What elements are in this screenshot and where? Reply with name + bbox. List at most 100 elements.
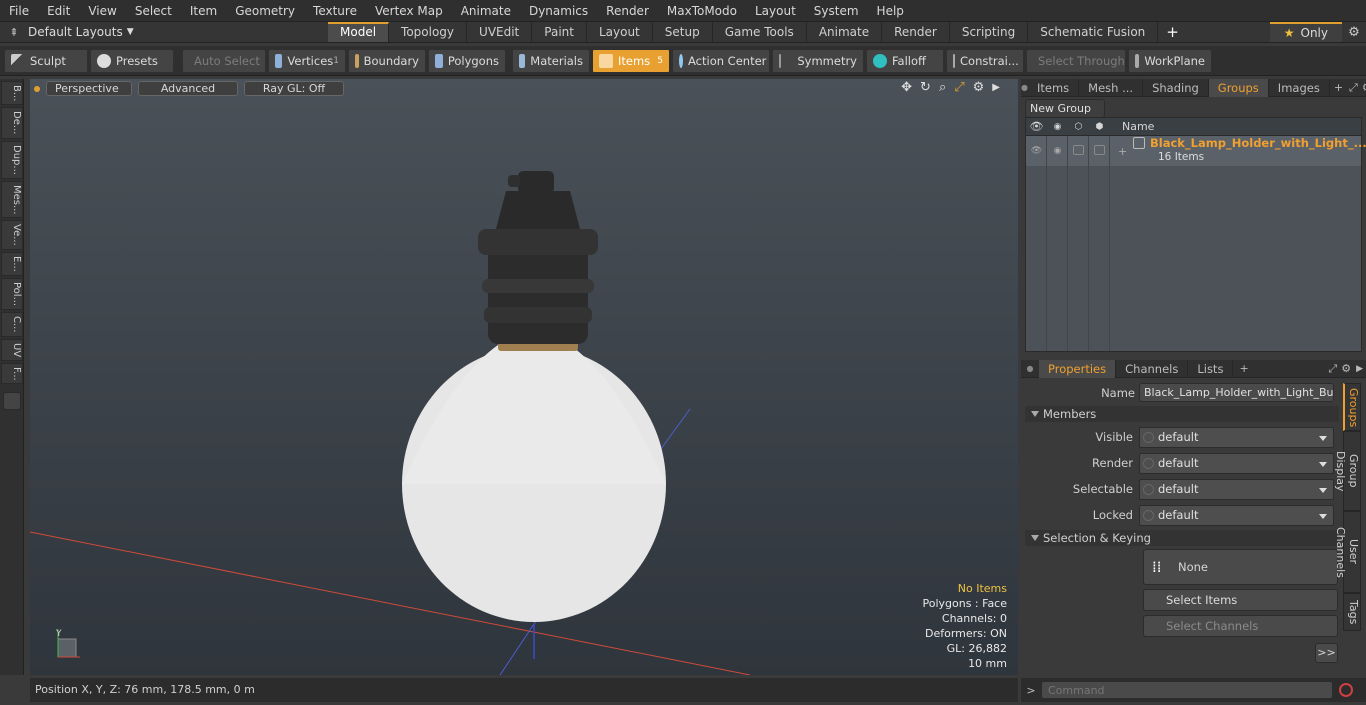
row-render-icon[interactable]: ◉: [1047, 146, 1068, 156]
sculpt-button[interactable]: Sculpt: [4, 48, 88, 73]
tab-channels[interactable]: Channels: [1116, 359, 1189, 378]
menu-texture[interactable]: Texture: [304, 0, 366, 22]
presets-button[interactable]: Presets: [90, 48, 174, 73]
tab-properties[interactable]: Properties: [1039, 359, 1117, 378]
visibility-column-icon[interactable]: 👁: [1026, 120, 1047, 133]
selectable-dropdown[interactable]: default: [1139, 478, 1334, 500]
new-group-button[interactable]: New Group: [1025, 99, 1105, 118]
menu-maxtomodo[interactable]: MaxToModo: [658, 0, 746, 22]
left-tab-fusion[interactable]: F...: [1, 362, 23, 385]
tab-mesh[interactable]: Mesh ...: [1079, 78, 1144, 97]
workplane-button[interactable]: WorkPlane: [1128, 48, 1212, 73]
left-tab-polygon[interactable]: Pol...: [1, 277, 23, 310]
left-tab-edge[interactable]: E...: [1, 252, 23, 276]
only-toggle[interactable]: ★ Only: [1269, 22, 1342, 42]
lock-column-icon[interactable]: ⬢: [1089, 122, 1110, 132]
props-gear-icon[interactable]: ⚙: [1339, 362, 1353, 375]
tab-layout[interactable]: Layout: [587, 22, 653, 42]
select-through-button[interactable]: Select Through: [1026, 48, 1126, 73]
left-tab-duplicate[interactable]: Dup...: [1, 140, 23, 179]
row-select-icon[interactable]: [1068, 144, 1089, 158]
props-more-icon[interactable]: ▶: [1353, 364, 1366, 374]
3d-viewport[interactable]: Y Perspective Advanced Ray GL: Off ✥ ↻ ⌕…: [30, 79, 1018, 675]
viewport-gear-icon[interactable]: ⚙: [973, 80, 985, 95]
tab-animate[interactable]: Animate: [807, 22, 883, 42]
row-visibility-icon[interactable]: 👁: [1026, 146, 1047, 156]
menu-vertex-map[interactable]: Vertex Map: [366, 0, 452, 22]
viewport-more-icon[interactable]: ▶: [992, 82, 1000, 93]
expand-panel-icon[interactable]: ⤢: [1347, 81, 1360, 95]
constraints-button[interactable]: Constrai...: [946, 48, 1024, 73]
shading-mode-button[interactable]: Advanced: [138, 81, 238, 96]
boundary-button[interactable]: Boundary: [348, 48, 426, 73]
expand-group-icon[interactable]: +: [1118, 145, 1127, 158]
menu-view[interactable]: View: [79, 0, 125, 22]
layout-selector[interactable]: Default Layouts ▼: [28, 25, 328, 39]
tab-model[interactable]: Model: [328, 22, 390, 42]
add-tab-button[interactable]: +: [1158, 23, 1187, 41]
tab-topology[interactable]: Topology: [389, 22, 468, 42]
select-items-button[interactable]: Select Items: [1143, 589, 1338, 611]
auto-select-button[interactable]: Auto Select: [182, 48, 266, 73]
gear-icon[interactable]: ⚙: [1342, 25, 1366, 40]
group-row[interactable]: 👁 ◉ + Black_Lamp_Holder_with_Light_... 1…: [1026, 136, 1366, 166]
side-tab-user-channels[interactable]: User Channels: [1334, 511, 1361, 593]
menu-select[interactable]: Select: [126, 0, 181, 22]
left-tab-deform[interactable]: De...: [1, 107, 23, 139]
select-channels-button[interactable]: Select Channels: [1143, 615, 1338, 637]
select-column-icon[interactable]: ⬡: [1068, 122, 1089, 132]
selection-keying-section[interactable]: Selection & Keying: [1025, 530, 1339, 546]
name-input[interactable]: Black_Lamp_Holder_with_Light_Bulb (: [1139, 383, 1334, 402]
menu-help[interactable]: Help: [868, 0, 913, 22]
tab-render[interactable]: Render: [882, 22, 950, 42]
tab-groups[interactable]: Groups: [1208, 78, 1269, 97]
rotate-view-icon[interactable]: ↻: [920, 80, 931, 95]
move-view-icon[interactable]: ✥: [901, 80, 912, 95]
left-tab-basic[interactable]: B...: [1, 81, 23, 106]
tab-paint[interactable]: Paint: [532, 22, 587, 42]
materials-button[interactable]: Materials: [512, 48, 590, 73]
view-mode-button[interactable]: Perspective: [46, 81, 132, 96]
tab-game-tools[interactable]: Game Tools: [713, 22, 807, 42]
menu-edit[interactable]: Edit: [38, 0, 79, 22]
left-tab-curve[interactable]: C...: [1, 311, 23, 337]
add-panel-tab-icon[interactable]: +: [1330, 81, 1347, 94]
panel-gear-icon[interactable]: ⚙: [1360, 81, 1366, 94]
render-column-icon[interactable]: ◉: [1047, 122, 1068, 132]
symmetry-button[interactable]: Symmetry: [772, 48, 864, 73]
menu-system[interactable]: System: [805, 0, 868, 22]
falloff-button[interactable]: Falloff: [866, 48, 944, 73]
tab-images[interactable]: Images: [1269, 78, 1330, 97]
menu-dynamics[interactable]: Dynamics: [520, 0, 597, 22]
visible-dropdown[interactable]: default: [1139, 426, 1334, 448]
left-tab-mesh[interactable]: Mes...: [1, 180, 23, 219]
row-lock-icon[interactable]: [1089, 144, 1110, 158]
tab-items[interactable]: Items: [1028, 78, 1080, 97]
tab-lists[interactable]: Lists: [1188, 359, 1234, 378]
menu-geometry[interactable]: Geometry: [226, 0, 304, 22]
vertices-button[interactable]: Vertices 1: [268, 48, 346, 73]
menu-layout[interactable]: Layout: [746, 0, 805, 22]
zoom-view-icon[interactable]: ⌕: [939, 80, 946, 95]
side-tab-tags[interactable]: Tags: [1343, 593, 1361, 631]
tab-schematic-fusion[interactable]: Schematic Fusion: [1028, 22, 1159, 42]
render-dropdown[interactable]: default: [1139, 452, 1334, 474]
items-button[interactable]: Items 5: [592, 48, 670, 73]
more-button[interactable]: >>: [1315, 643, 1338, 663]
fit-view-icon[interactable]: ⤢: [954, 80, 964, 95]
layout-collapse-icon[interactable]: ⇞: [0, 26, 28, 39]
add-props-tab-icon[interactable]: +: [1233, 362, 1254, 375]
action-center-button[interactable]: Action Center: [672, 48, 770, 73]
locked-dropdown[interactable]: default: [1139, 504, 1334, 526]
tab-scripting[interactable]: Scripting: [950, 22, 1029, 42]
left-tab-uv[interactable]: UV: [1, 338, 23, 361]
record-icon[interactable]: [1339, 683, 1353, 697]
tab-setup[interactable]: Setup: [653, 22, 713, 42]
keying-none-button[interactable]: ⁞⁞ None: [1143, 549, 1338, 585]
members-section[interactable]: Members: [1025, 406, 1339, 422]
polygons-button[interactable]: Polygons: [428, 48, 506, 73]
tab-shading[interactable]: Shading: [1143, 78, 1209, 97]
side-tab-groups[interactable]: Groups: [1343, 383, 1361, 431]
props-expand-icon[interactable]: ⤢: [1326, 362, 1339, 376]
side-tab-group-display[interactable]: Group Display: [1334, 431, 1361, 511]
